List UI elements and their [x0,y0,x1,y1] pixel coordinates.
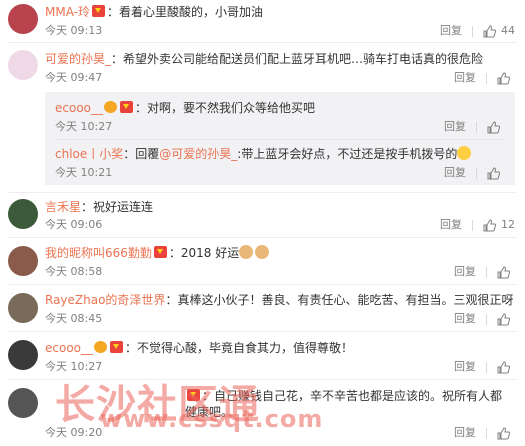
thumb-up-icon[interactable] [487,120,500,134]
reply-button[interactable]: 回复 [454,71,476,85]
username-link[interactable]: RayeZhao的奇泽世界 [45,293,165,307]
comment-item: RayeZhao的奇泽世界：真棒这小伙子！善良、有责任心、能吃苦、有担当。三观很… [0,285,525,331]
avatar[interactable] [8,293,38,323]
thumb-up-icon[interactable] [497,426,510,440]
thumb-up-icon[interactable] [497,71,510,85]
divider [486,361,487,373]
username-link[interactable]: MMA-玲 [45,5,90,19]
avatar[interactable] [8,50,38,80]
reply-text: ：对啊，要不然我们众等给他买吧 [135,101,316,115]
reply-button[interactable]: 回复 [454,360,476,374]
comment-time: 今天 09:13 [45,24,103,37]
reply-time: 今天 10:27 [55,120,113,133]
reply-actions: 回复 [444,120,505,134]
thumb-up-icon[interactable] [497,312,510,326]
comment-text: ：2018 好运 [168,246,240,260]
comment-text: ：希望外卖公司能给配送员们配上蓝牙耳机吧…骑车打电话真的很危险 [111,52,484,66]
comment-actions: 回复 [454,312,515,326]
divider [55,139,505,140]
divider [486,427,487,439]
reply-button[interactable]: 回复 [454,312,476,326]
username-link[interactable]: ecooo__ [45,341,93,355]
thumb-up-icon[interactable] [497,360,510,374]
reply-text: :带上蓝牙会好点，不过还是按手机拨号的 [237,147,458,161]
reply-button[interactable]: 回复 [454,265,476,279]
vip-badge-icon [120,101,134,113]
emoji-icon [457,146,472,160]
comment-item: 可爱的孙昊_：希望外卖公司能给配送员们配上蓝牙耳机吧…骑车打电话真的很危险 今天… [0,43,525,191]
reply-button[interactable]: 回复 [440,24,462,38]
username-link[interactable]: 可爱的孙昊_ [45,52,111,66]
username-link[interactable]: 言禾星 [45,200,81,214]
reply-actions: 回复 [444,166,505,180]
comment-time: 今天 09:06 [45,218,103,231]
reply-list: ecooo__ ：对啊，要不然我们众等给他买吧 今天 10:27 回复 chloe… [45,92,515,185]
comment-text: ：看着心里酸酸的，小哥加油 [106,5,263,19]
divider [486,313,487,325]
avatar[interactable] [8,246,38,276]
comment-item: 言禾星：祝好运连连 今天 09:06 回复 12 [0,193,525,237]
avatar[interactable] [8,4,38,34]
comment-item: 我的昵称叫666勤勤 ：2018 好运 今天 08:58 回复 [0,238,525,284]
comment-time: 今天 08:58 [45,265,103,278]
username-link[interactable]: chloe丨小奖 [55,147,123,161]
username-link[interactable]: 我的昵称叫666勤勤 [45,246,152,260]
mention-link[interactable]: @可爱的孙昊_ [159,147,237,161]
vip-badge-icon [110,341,124,353]
username-link[interactable]: ecooo__ [55,101,103,115]
divider [476,167,477,179]
comment-actions: 回复 [454,71,515,85]
comment-text: ：祝好运连连 [81,200,154,214]
comment-time: 今天 08:45 [45,312,103,325]
divider [486,72,487,84]
thumbs-up-emoji-icon [255,245,270,259]
thumb-up-icon[interactable] [483,24,496,38]
like-count: 44 [501,24,515,37]
avatar[interactable] [8,199,38,229]
comment-text: ：真棒这小伙子！善良、有责任心、能吃苦、有担当。三观很正呀 [165,293,514,307]
comment-item: MMA-玲 ：看着心里酸酸的，小哥加油 今天 09:13 回复 44 [0,0,525,42]
medal-icon [94,341,108,353]
reply-button[interactable]: 回复 [444,166,466,180]
reply-button[interactable]: 回复 [454,426,476,440]
thumb-up-icon[interactable] [483,218,496,232]
comment-actions: 回复 12 [440,218,515,232]
comment-time: 今天 09:47 [45,71,103,84]
avatar[interactable] [8,388,38,418]
like-count: 12 [501,218,515,231]
vip-badge-icon [153,246,167,258]
divider [476,121,477,133]
reply-button[interactable]: 回复 [444,120,466,134]
reply-time: 今天 10:21 [55,166,113,179]
reply-button[interactable]: 回复 [440,218,462,232]
thumb-up-icon[interactable] [487,166,500,180]
divider [486,266,487,278]
reply-prefix: ：回覆 [123,147,160,161]
comment-actions: 回复 [454,265,515,279]
thumbs-up-emoji-icon [239,245,254,259]
vip-badge-icon [91,5,105,17]
comment-actions: 回复 44 [440,24,515,38]
divider [472,25,473,37]
avatar[interactable] [8,340,38,370]
comment-text: ：不觉得心酸，毕竟自食其力，值得尊敬！ [125,341,354,355]
medal-icon [104,101,118,113]
watermark-url: www.cssqt.com [100,405,324,433]
comment-actions: 回复 [454,360,515,374]
comment-actions: 回复 [454,426,515,440]
thumb-up-icon[interactable] [497,265,510,279]
divider [472,219,473,231]
